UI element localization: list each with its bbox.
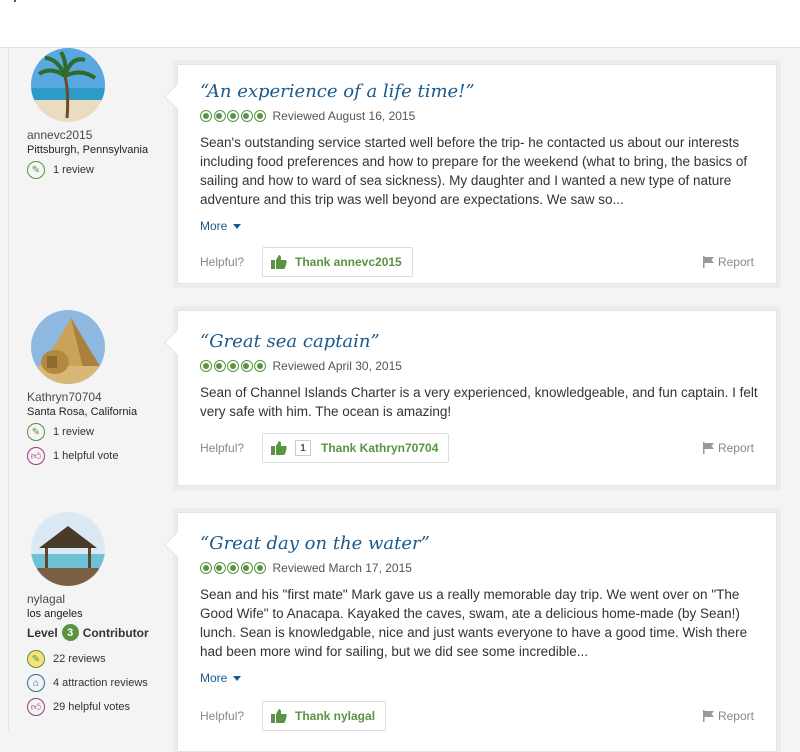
attraction-review-count: ⌂ 4 attraction reviews	[27, 673, 177, 693]
user-location: Santa Rosa, California	[27, 406, 138, 418]
chevron-down-icon	[233, 675, 242, 681]
more-link[interactable]: More	[200, 671, 242, 685]
rating-bubble-icon	[254, 360, 266, 372]
review-count: ✎ 1 review	[27, 422, 177, 442]
rating-bubble-icon	[213, 562, 226, 574]
username[interactable]: Kathryn70704	[27, 390, 177, 404]
review-count: ✎ 1 review	[27, 160, 177, 180]
bubble-rating: Reviewed March 17, 2015	[200, 561, 412, 575]
thumbs-up-icon	[271, 709, 287, 723]
thumbs-up-outline-icon: 👍︎	[27, 447, 45, 465]
flag-icon	[702, 442, 714, 454]
rating-bubble-icon	[200, 110, 212, 122]
rating-bubble-icon	[254, 562, 266, 574]
review-card: “Great sea captain” Reviewed April 30, 2…	[177, 310, 777, 486]
thumbs-up-icon	[271, 255, 287, 269]
rating-bubble-icon	[240, 110, 253, 122]
pen-icon: ✎	[27, 423, 45, 441]
member-info: nylagal los angeles Level 3 Contributor ✎ 2…	[27, 512, 177, 717]
pen-icon: ✎	[27, 161, 45, 179]
username[interactable]: annevc2015	[27, 128, 177, 142]
top-bar	[0, 0, 800, 48]
more-link[interactable]: More	[200, 219, 242, 233]
avatar[interactable]	[31, 310, 105, 384]
rating-bubble-icon	[227, 562, 239, 574]
rating-bubble-icon	[200, 360, 212, 372]
member-info: Kathryn70704 Santa Rosa, California ✎ 1 r…	[27, 310, 177, 466]
helpful-label: Helpful?	[200, 441, 245, 455]
attraction-icon: ⌂	[27, 674, 45, 692]
report-link[interactable]: Report	[702, 255, 754, 269]
review-body: Sean and his "first mate" Mark gave us a…	[200, 587, 748, 659]
review-title[interactable]: “An experience of a life time!”	[200, 81, 475, 102]
thank-count: 1	[295, 440, 311, 456]
reviews-page: annevc2015 Pittsburgh, Pennsylvania ✎ 1 r…	[8, 48, 800, 752]
review-title[interactable]: “Great day on the water”	[200, 533, 430, 554]
rating-bubble-icon	[213, 110, 226, 122]
thumbs-up-icon	[271, 441, 287, 455]
user-location: los angeles	[27, 608, 83, 620]
review-title[interactable]: “Great sea captain”	[200, 331, 380, 352]
report-link[interactable]: Report	[702, 709, 754, 723]
user-location: Pittsburgh, Pennsylvania	[27, 144, 149, 156]
member-info: annevc2015 Pittsburgh, Pennsylvania ✎ 1 r…	[27, 48, 177, 180]
report-link[interactable]: Report	[702, 441, 754, 455]
rating-bubble-icon	[200, 562, 212, 574]
avatar[interactable]	[31, 48, 105, 122]
pen-icon: ✎	[27, 650, 45, 668]
rating-bubble-icon	[227, 360, 239, 372]
avatar[interactable]	[31, 512, 105, 586]
thank-button[interactable]: Thank annevc2015	[262, 247, 413, 277]
bubble-rating: Reviewed April 30, 2015	[200, 359, 402, 373]
review-card: “An experience of a life time!” Reviewed…	[177, 64, 777, 284]
thank-button[interactable]: 1 Thank Kathryn70704	[262, 433, 450, 463]
rating-bubble-icon	[213, 360, 226, 372]
review-count: ✎ 22 reviews	[27, 649, 177, 669]
review-body: Sean of Channel Islands Charter is a ver…	[200, 385, 758, 419]
level-badge: 3	[61, 624, 79, 641]
rating-bubble-icon	[227, 110, 239, 122]
username[interactable]: nylagal	[27, 592, 177, 606]
rating-bubble-icon	[240, 562, 253, 574]
stray-dot	[14, 0, 16, 2]
review-date: Reviewed April 30, 2015	[272, 359, 402, 373]
rating-bubble-icon	[240, 360, 253, 372]
thumbs-up-outline-icon: 👍︎	[27, 698, 45, 716]
bubble-rating: Reviewed August 16, 2015	[200, 109, 415, 123]
review-date: Reviewed March 17, 2015	[272, 561, 412, 575]
helpful-vote-count: 👍︎ 29 helpful votes	[27, 697, 177, 717]
flag-icon	[702, 256, 714, 268]
flag-icon	[702, 710, 714, 722]
review-card: “Great day on the water” Reviewed March …	[177, 512, 777, 752]
review-date: Reviewed August 16, 2015	[272, 109, 416, 123]
helpful-label: Helpful?	[200, 709, 245, 723]
contributor-level: Level 3 Contributor	[27, 624, 149, 641]
rating-bubble-icon	[254, 110, 266, 122]
thank-button[interactable]: Thank nylagal	[262, 701, 387, 731]
helpful-vote-count: 👍︎ 1 helpful vote	[27, 446, 177, 466]
helpful-label: Helpful?	[200, 255, 245, 269]
chevron-down-icon	[233, 223, 242, 229]
review-body: Sean's outstanding service started well …	[200, 135, 748, 207]
